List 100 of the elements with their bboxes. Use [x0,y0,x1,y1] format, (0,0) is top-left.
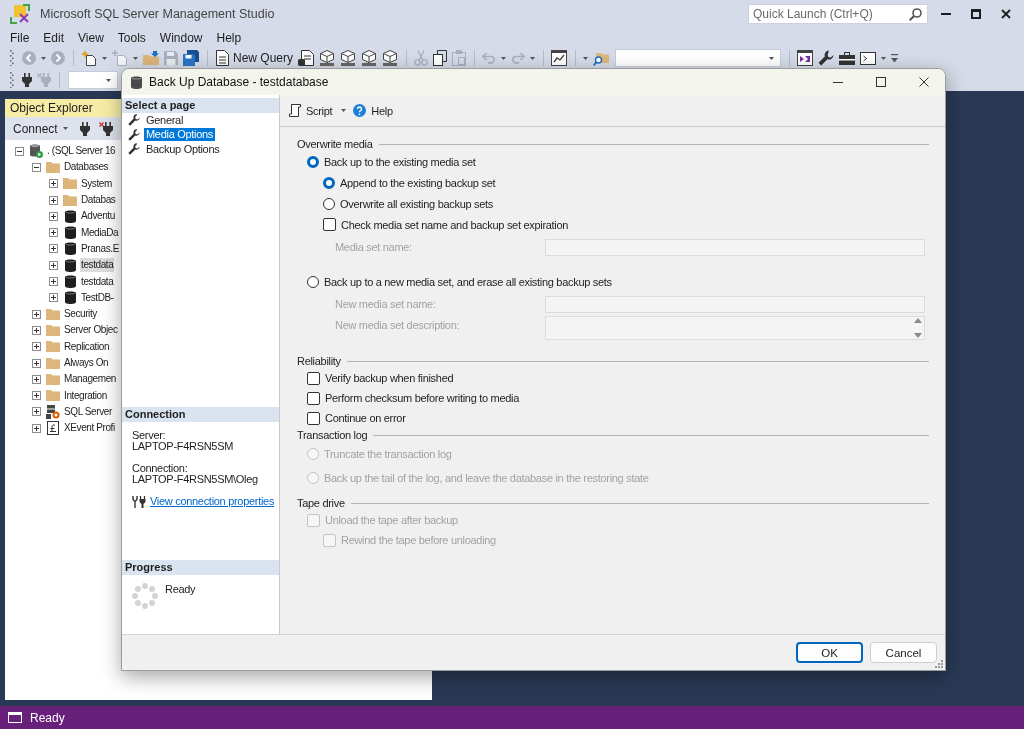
help-button[interactable]: Help [352,104,394,117]
plus-box-icon[interactable] [32,358,41,368]
clipboard-icon[interactable] [452,50,467,66]
plug-icon[interactable] [22,73,32,87]
tree-item[interactable]: TestDB- [80,290,115,305]
script-button[interactable]: Script [288,104,334,117]
plug-icon[interactable] [79,121,90,136]
menu-item[interactable]: File [3,29,37,46]
plus-box-icon[interactable] [49,195,58,205]
code-window-icon[interactable] [797,50,814,66]
chart-window-icon[interactable] [551,50,568,66]
radio-button[interactable] [323,176,335,189]
resize-grip-icon[interactable] [935,660,943,668]
plus-box-icon[interactable] [49,179,58,189]
caret-icon[interactable] [769,56,775,60]
checkbox[interactable] [323,218,336,231]
caret-icon[interactable] [62,127,68,130]
help-icon[interactable] [353,104,367,117]
plus-box-icon[interactable] [32,342,41,352]
wrench-icon[interactable] [818,50,835,66]
link[interactable]: View connection properties [150,495,275,508]
tree-item[interactable]: Databases [63,160,110,175]
tree-item[interactable]: MediaDa [80,225,120,240]
plug-x-icon[interactable] [98,121,113,136]
plus-box-icon[interactable] [32,325,41,335]
plus-box-icon[interactable] [49,293,58,303]
toolbox-icon[interactable] [839,51,856,65]
plus-box-icon[interactable] [32,407,41,417]
caret-icon[interactable] [341,109,347,112]
caret-icon[interactable] [530,56,536,60]
plus-box-icon[interactable] [49,244,58,254]
tree-item[interactable]: Pranas.E [80,241,120,256]
menu-item[interactable]: Tools [110,29,153,46]
tree-item[interactable]: System [80,176,113,191]
caret-icon[interactable] [102,56,107,60]
checkbox[interactable] [307,391,320,405]
tree-item[interactable]: Always On [63,356,110,370]
plus-box-icon[interactable] [32,423,41,433]
plus-box-icon[interactable] [32,391,41,401]
caret-icon[interactable] [501,56,507,60]
page-item[interactable]: General [144,113,186,127]
cube-icon[interactable] [382,50,399,66]
tree-item[interactable]: Managemen [63,372,117,387]
caret-icon[interactable] [41,56,46,60]
menu-item[interactable]: View [71,29,111,46]
wrench-icon[interactable] [128,128,140,141]
plus-box-icon[interactable] [49,260,58,270]
plus-box-icon[interactable] [32,309,41,319]
dialog-button[interactable]: Cancel [870,642,937,663]
floppy-disks-icon[interactable] [183,50,199,66]
copy-icon[interactable] [433,50,448,66]
text-field[interactable] [545,295,925,313]
caret-icon[interactable] [133,56,138,60]
quick-launch-field[interactable]: Quick Launch (Ctrl+Q) [748,4,928,24]
wrench-icon[interactable] [128,143,140,156]
tree-item[interactable]: . (SQL Server 16 [46,144,117,159]
tree-item[interactable]: testdata [80,274,115,289]
dialog-button[interactable]: OK [796,642,863,663]
radio-button[interactable] [323,197,335,210]
menu-item[interactable]: Edit [36,29,72,46]
new-query-button[interactable]: New Query [213,50,297,66]
folder-arrow-icon[interactable] [143,51,159,65]
tree-item[interactable]: Databas [80,193,117,208]
minus-box-icon[interactable] [32,162,41,172]
overflow-icon[interactable] [891,53,899,63]
tree-item[interactable]: Security [63,307,98,322]
cube-icon[interactable] [319,50,336,66]
tree-item[interactable]: testdata [80,258,115,273]
cube-icon[interactable] [340,50,357,66]
document-lines-icon[interactable] [216,50,229,66]
menu-item[interactable]: Window [152,29,210,46]
caret-icon[interactable] [881,56,887,60]
text-field[interactable] [545,238,925,256]
scroll-icon[interactable] [289,104,301,117]
connect-button[interactable]: Connect [10,121,71,136]
cube-icon[interactable] [361,50,378,66]
database-document-icon[interactable] [298,50,315,66]
scroll-arrows-icon[interactable] [914,317,922,339]
checkbox[interactable] [307,371,320,385]
radio-button[interactable] [307,155,319,168]
checkbox[interactable] [307,411,320,425]
search-icon[interactable] [909,7,922,21]
sparkle-document-icon[interactable] [81,50,97,66]
terminal-icon[interactable] [860,51,877,65]
radio-button[interactable] [307,275,319,288]
minus-box-icon[interactable] [15,146,24,156]
plugs-icon[interactable] [132,495,146,508]
tree-item[interactable]: Adventu [80,209,116,224]
page-item[interactable]: Backup Options [144,142,222,156]
tree-item[interactable]: SQL Server [63,404,113,419]
minimize-icon[interactable] [832,81,843,83]
caret-icon[interactable] [583,56,589,60]
folder-search-icon[interactable] [593,50,610,66]
plus-box-icon[interactable] [49,228,58,238]
tree-item[interactable]: Replication [63,339,111,354]
tree-item[interactable]: XEvent Profi [63,421,116,436]
page-item[interactable]: Media Options [144,128,216,142]
tree-item[interactable]: Integration [63,388,108,403]
plus-box-icon[interactable] [49,277,58,286]
grip-icon[interactable] [10,72,14,88]
